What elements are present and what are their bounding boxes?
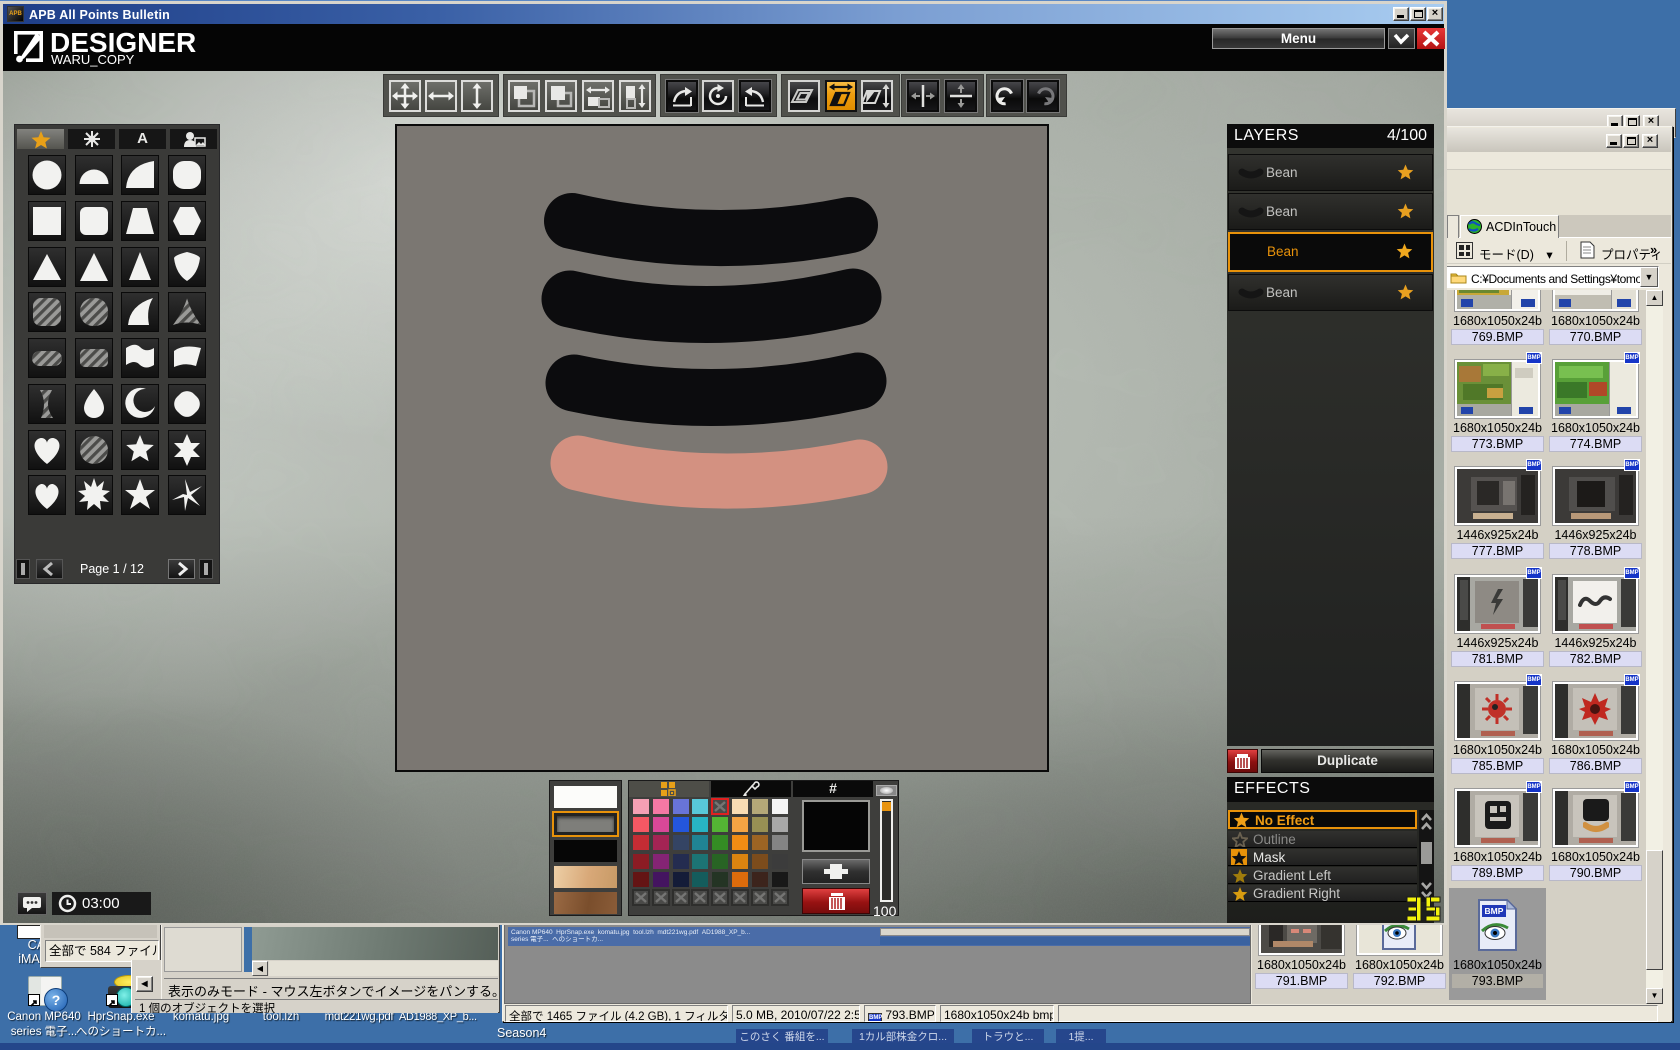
svg-text:BMP: BMP (1485, 906, 1504, 916)
